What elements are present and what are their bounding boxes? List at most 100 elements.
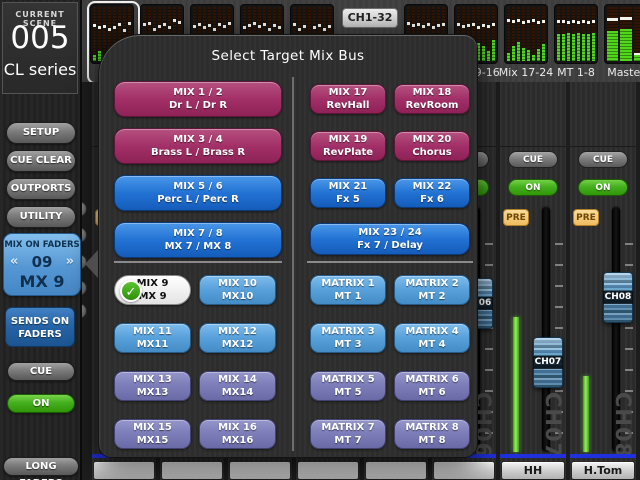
level-bar bbox=[582, 34, 585, 61]
strip-section-divider bbox=[500, 146, 566, 147]
fader-position-mark bbox=[532, 19, 535, 22]
mix-bus-button-mix-9[interactable]: MIX 9MX 9✓ bbox=[114, 275, 191, 305]
mix-on-faders-label: MIX ON FADERS bbox=[4, 240, 80, 250]
mix-bus-button-mix-5-6[interactable]: MIX 5 / 6Perc L / Perc R bbox=[114, 175, 282, 211]
channel-name-label bbox=[366, 462, 426, 479]
meter-block-meters bbox=[507, 7, 545, 61]
mix-bus-button-matrix-4[interactable]: MATRIX 4MT 4 bbox=[394, 323, 470, 353]
mix-bus-button-mix-14[interactable]: MIX 14MX14 bbox=[199, 371, 276, 401]
fader-position-mark bbox=[263, 23, 266, 26]
fader-scale-tick bbox=[555, 243, 563, 245]
mix-bus-button-mix-18[interactable]: MIX 18RevRoom bbox=[394, 84, 470, 114]
mix-bus-button-mix-11[interactable]: MIX 11MX11 bbox=[114, 323, 191, 353]
meter-block[interactable] bbox=[504, 4, 548, 64]
channel-strip: CUEONPRECH07CH07HH bbox=[500, 82, 566, 480]
mix-bus-button-mix-20[interactable]: MIX 20Chorus bbox=[394, 131, 470, 161]
fader-position-mark bbox=[148, 22, 151, 25]
fader-position-mark bbox=[113, 26, 116, 29]
mini-meter bbox=[527, 7, 530, 61]
channel-number-watermark: CH08 bbox=[611, 392, 635, 458]
mix-bus-button-matrix-6[interactable]: MATRIX 6MT 6 bbox=[394, 371, 470, 401]
sidebar-on-button[interactable]: ON bbox=[7, 394, 75, 413]
fader-position-mark bbox=[432, 26, 435, 29]
channel-cue-button[interactable]: CUE bbox=[578, 151, 628, 168]
mix-bus-button-mix-17[interactable]: MIX 17RevHall bbox=[310, 84, 386, 114]
mix-bus-button-matrix-7[interactable]: MATRIX 7MT 7 bbox=[310, 419, 386, 449]
next-mix-icon[interactable]: » bbox=[66, 254, 74, 269]
fader-position-mark bbox=[557, 20, 560, 23]
mix-bus-button-mix-21[interactable]: MIX 21Fx 5 bbox=[310, 178, 386, 208]
mini-meter bbox=[634, 7, 640, 61]
meter-block[interactable] bbox=[604, 4, 640, 64]
current-scene-box[interactable]: CURRENT SCENE 005 CL series bbox=[2, 2, 78, 94]
fader-position-mark bbox=[542, 20, 545, 23]
channel-cue-button[interactable]: CUE bbox=[508, 151, 558, 168]
section-divider-left bbox=[114, 261, 282, 263]
channel-strip: CUEONPRECH08CH08H.Tom bbox=[570, 82, 636, 480]
level-bar bbox=[522, 48, 525, 62]
fader-position-mark bbox=[163, 23, 166, 26]
cue-clear-button[interactable]: CUE CLEAR bbox=[6, 150, 76, 172]
channel-name-label bbox=[162, 462, 222, 479]
channel-name-label bbox=[230, 462, 290, 479]
setup-button[interactable]: SETUP bbox=[6, 122, 76, 144]
mix-bus-button-matrix-5[interactable]: MATRIX 5MT 5 bbox=[310, 371, 386, 401]
channel-name-label bbox=[94, 462, 154, 479]
mix-bus-button-matrix-1[interactable]: MATRIX 1MT 1 bbox=[310, 275, 386, 305]
mix-on-faders-button[interactable]: MIX ON FADERS « 09 » MX 9 bbox=[3, 233, 81, 296]
fader-knob[interactable]: CH08 bbox=[603, 272, 633, 323]
fader-scale-tick bbox=[555, 327, 563, 329]
level-bar bbox=[537, 49, 540, 61]
outports-button[interactable]: OUTPORTS bbox=[6, 178, 76, 200]
level-bar bbox=[607, 31, 618, 61]
channel-on-button[interactable]: ON bbox=[508, 179, 558, 196]
mix-bus-button-mix-7-8[interactable]: MIX 7 / 8MX 7 / MX 8 bbox=[114, 222, 282, 258]
fader-position-mark bbox=[517, 19, 520, 22]
channel-bank-button[interactable]: CH1-32 bbox=[342, 8, 398, 28]
mix-bus-button-matrix-8[interactable]: MATRIX 8MT 8 bbox=[394, 419, 470, 449]
fader-scale-tick bbox=[625, 369, 633, 371]
mix-bus-button-matrix-3[interactable]: MATRIX 3MT 3 bbox=[310, 323, 386, 353]
fader-position-mark bbox=[323, 28, 326, 31]
utility-button[interactable]: UTILITY bbox=[6, 206, 76, 228]
mix-bus-button-mix-1-2[interactable]: MIX 1 / 2Dr L / Dr R bbox=[114, 81, 282, 117]
channel-on-button[interactable]: ON bbox=[578, 179, 628, 196]
fader-position-mark bbox=[407, 22, 410, 25]
dialog-title: Select Target Mix Bus bbox=[99, 48, 477, 64]
fader-scale-tick bbox=[555, 285, 563, 287]
mix-bus-button-mix-10[interactable]: MIX 10MX10 bbox=[199, 275, 276, 305]
fader-position-mark bbox=[572, 20, 575, 23]
fader-position-mark bbox=[213, 28, 216, 31]
mini-meter bbox=[522, 7, 525, 61]
channel-color-bar bbox=[500, 454, 566, 458]
mix-bus-button-mix-15[interactable]: MIX 15MX15 bbox=[114, 419, 191, 449]
mix-bus-button-mix-12[interactable]: MIX 12MX12 bbox=[199, 323, 276, 353]
mix-bus-button-mix-16[interactable]: MIX 16MX16 bbox=[199, 419, 276, 449]
level-bar bbox=[482, 46, 485, 61]
fader-position-mark bbox=[108, 28, 111, 31]
fader-position-mark bbox=[118, 23, 121, 26]
long-faders-button[interactable]: LONG FADERS bbox=[3, 457, 79, 476]
mix-bus-button-mix-3-4[interactable]: MIX 3 / 4Brass L / Brass R bbox=[114, 128, 282, 164]
level-bar bbox=[527, 50, 530, 61]
mini-meter bbox=[582, 7, 585, 61]
mix-bus-button-mix-22[interactable]: MIX 22Fx 6 bbox=[394, 178, 470, 208]
fader-position-mark bbox=[198, 23, 201, 26]
level-bar bbox=[542, 44, 545, 61]
sidebar-cue-button[interactable]: CUE bbox=[7, 362, 75, 381]
fader-position-mark bbox=[298, 28, 301, 31]
meter-block[interactable] bbox=[554, 4, 598, 64]
fader-position-mark bbox=[218, 23, 221, 26]
fader-knob[interactable]: CH07 bbox=[533, 337, 563, 388]
level-bar bbox=[634, 55, 640, 61]
fader-position-mark bbox=[208, 24, 211, 27]
mix-bus-button-mix-19[interactable]: MIX 19RevPlate bbox=[310, 131, 386, 161]
mix-bus-button-matrix-2[interactable]: MATRIX 2MT 2 bbox=[394, 275, 470, 305]
mini-meter bbox=[512, 7, 515, 61]
mini-meter bbox=[537, 7, 540, 61]
sends-on-faders-button[interactable]: SENDS ON FADERS bbox=[5, 307, 75, 347]
channel-name-label: H.Tom bbox=[572, 462, 634, 479]
fader-position-mark bbox=[467, 24, 470, 27]
mix-bus-button-mix-23-24[interactable]: MIX 23 / 24Fx 7 / Delay bbox=[310, 223, 470, 255]
mix-bus-button-mix-13[interactable]: MIX 13MX13 bbox=[114, 371, 191, 401]
